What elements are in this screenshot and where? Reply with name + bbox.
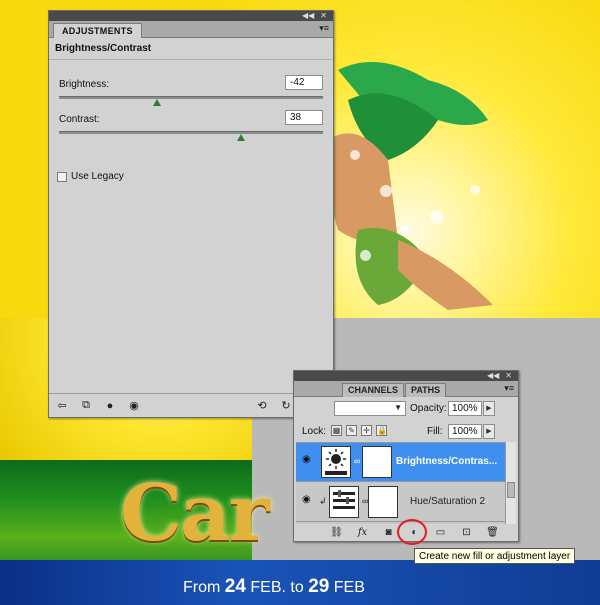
visibility-eye-icon[interactable]: ◉ — [127, 399, 141, 413]
contrast-control: Contrast: 38 — [59, 110, 323, 141]
fill-input[interactable]: 100% — [448, 424, 482, 439]
opacity-arrow-icon[interactable]: ▶ — [483, 401, 495, 416]
brightness-input[interactable]: -42 — [285, 75, 323, 90]
date-month-end: FEB — [333, 579, 365, 596]
sparkle — [430, 210, 444, 224]
mask-icon[interactable]: ◙ — [382, 526, 395, 539]
close-icon[interactable]: ✕ — [505, 371, 512, 381]
panel-topbar[interactable]: ◀◀ ✕ — [49, 11, 333, 21]
fx-icon[interactable]: fx — [356, 526, 369, 539]
trash-icon[interactable]: 🗑 — [486, 526, 499, 539]
opacity-input[interactable]: 100% — [448, 401, 482, 416]
back-arrow-icon[interactable]: ⇦ — [55, 399, 69, 413]
reset-icon[interactable]: ↻ — [279, 399, 293, 413]
contrast-slider-track[interactable] — [59, 131, 323, 134]
sparkle — [350, 150, 360, 160]
clip-arrow-icon: ↲ — [319, 496, 327, 506]
lock-all-icon[interactable]: 🔒 — [376, 425, 387, 436]
tab-channels[interactable]: CHANNELS — [342, 383, 405, 397]
visibility-eye-icon[interactable]: ◉ — [302, 495, 316, 505]
lock-label: Lock: — [302, 426, 326, 437]
tab-adjustments[interactable]: ADJUSTMENTS — [53, 23, 142, 38]
new-layer-icon[interactable]: ⊡ — [460, 526, 473, 539]
brightness-slider-track[interactable] — [59, 96, 323, 99]
lock-transparent-icon[interactable]: ▦ — [331, 425, 342, 436]
scrollbar-thumb[interactable] — [507, 482, 515, 498]
fill-arrow-icon[interactable]: ▶ — [483, 424, 495, 439]
hue-saturation-layer-icon — [329, 486, 359, 518]
date-from: From — [183, 579, 221, 596]
lock-position-icon[interactable]: ✛ — [361, 425, 372, 436]
date-strip: From 24 FEB. to 29 FEB — [183, 576, 365, 598]
sparkle — [470, 185, 480, 195]
lock-image-icon[interactable]: ✎ — [346, 425, 357, 436]
contrast-slider-thumb[interactable] — [237, 134, 246, 141]
adjustments-footer: ⇦ ⧉ ● ◉ ⟲ ↻ 🗑 — [49, 393, 333, 417]
sparkle — [380, 185, 392, 197]
layer-row[interactable]: ◉ ∞ Brightness/Contras... — [296, 443, 506, 482]
date-day-start: 24 — [224, 576, 246, 597]
date-month-start: FEB. to — [250, 579, 304, 596]
clip-to-layer-icon[interactable]: ● — [103, 399, 117, 413]
layer-row[interactable]: ◉ ↲ ∞ Hue/Saturation 2 — [296, 483, 506, 522]
opacity-label: Opacity: — [410, 403, 447, 414]
contrast-input[interactable]: 38 — [285, 110, 323, 125]
tooltip: Create new fill or adjustment layer — [414, 548, 576, 564]
panel-menu-icon[interactable]: ▾≡ — [319, 23, 329, 34]
date-day-end: 29 — [308, 576, 330, 597]
contrast-label: Contrast: — [59, 114, 100, 125]
sparkle — [360, 250, 371, 261]
collapse-icon[interactable]: ◀◀ — [487, 371, 499, 381]
brightness-layer-icon — [321, 446, 351, 478]
use-legacy-label: Use Legacy — [71, 171, 124, 182]
chevron-down-icon: ▼ — [394, 403, 402, 412]
close-icon[interactable]: ✕ — [320, 11, 327, 21]
panel-menu-icon[interactable]: ▾≡ — [504, 383, 514, 394]
blend-row: ▼ Opacity: 100% ▶ — [294, 398, 518, 418]
adjustments-tabbar: ADJUSTMENTS ▾≡ — [49, 21, 333, 38]
chain-link-icon[interactable]: ∞ — [354, 456, 360, 466]
view-previous-icon[interactable]: ⟲ — [255, 399, 269, 413]
layer-mask-thumbnail[interactable] — [362, 446, 392, 478]
highlight-circle — [397, 519, 427, 545]
brightness-slider-thumb[interactable] — [152, 99, 161, 106]
blend-mode-select[interactable]: ▼ — [334, 401, 406, 416]
use-legacy-option[interactable]: Use Legacy — [57, 171, 124, 182]
sparkle — [400, 225, 409, 234]
carnival-title-text: Car — [120, 468, 270, 559]
adjustment-title: Brightness/Contrast — [49, 38, 333, 60]
visibility-eye-icon[interactable]: ◉ — [302, 455, 316, 465]
layers-tabbar: CHANNELS PATHS ▾≡ — [294, 381, 518, 397]
layers-list: ◉ ∞ Brightness/Contras... ◉ ↲ ∞ Hue/Satu… — [296, 442, 506, 524]
lock-row: Lock: ▦ ✎ ✛ 🔒 Fill: 100% ▶ — [294, 421, 518, 441]
expand-view-icon[interactable]: ⧉ — [79, 399, 93, 413]
layer-name: Brightness/Contras... — [396, 456, 498, 467]
layer-mask-thumbnail[interactable] — [368, 486, 398, 518]
adjustments-panel: ◀◀ ✕ ADJUSTMENTS ▾≡ Brightness/Contrast … — [48, 10, 334, 418]
use-legacy-checkbox[interactable] — [57, 171, 67, 182]
brightness-control: Brightness: -42 — [59, 75, 323, 106]
layers-scrollbar[interactable] — [505, 442, 516, 524]
link-icon[interactable]: ⛓ — [330, 526, 343, 539]
layers-panel: ◀◀ ✕ CHANNELS PATHS ▾≡ ▼ Opacity: 100% ▶… — [293, 370, 519, 542]
collapse-icon[interactable]: ◀◀ — [302, 11, 314, 21]
fill-label: Fill: — [427, 426, 443, 437]
layer-name: Hue/Saturation 2 — [410, 496, 486, 507]
layers-topbar[interactable]: ◀◀ ✕ — [294, 371, 518, 381]
group-icon[interactable]: ▭ — [434, 526, 447, 539]
tab-paths[interactable]: PATHS — [405, 383, 447, 397]
brightness-label: Brightness: — [59, 79, 110, 90]
